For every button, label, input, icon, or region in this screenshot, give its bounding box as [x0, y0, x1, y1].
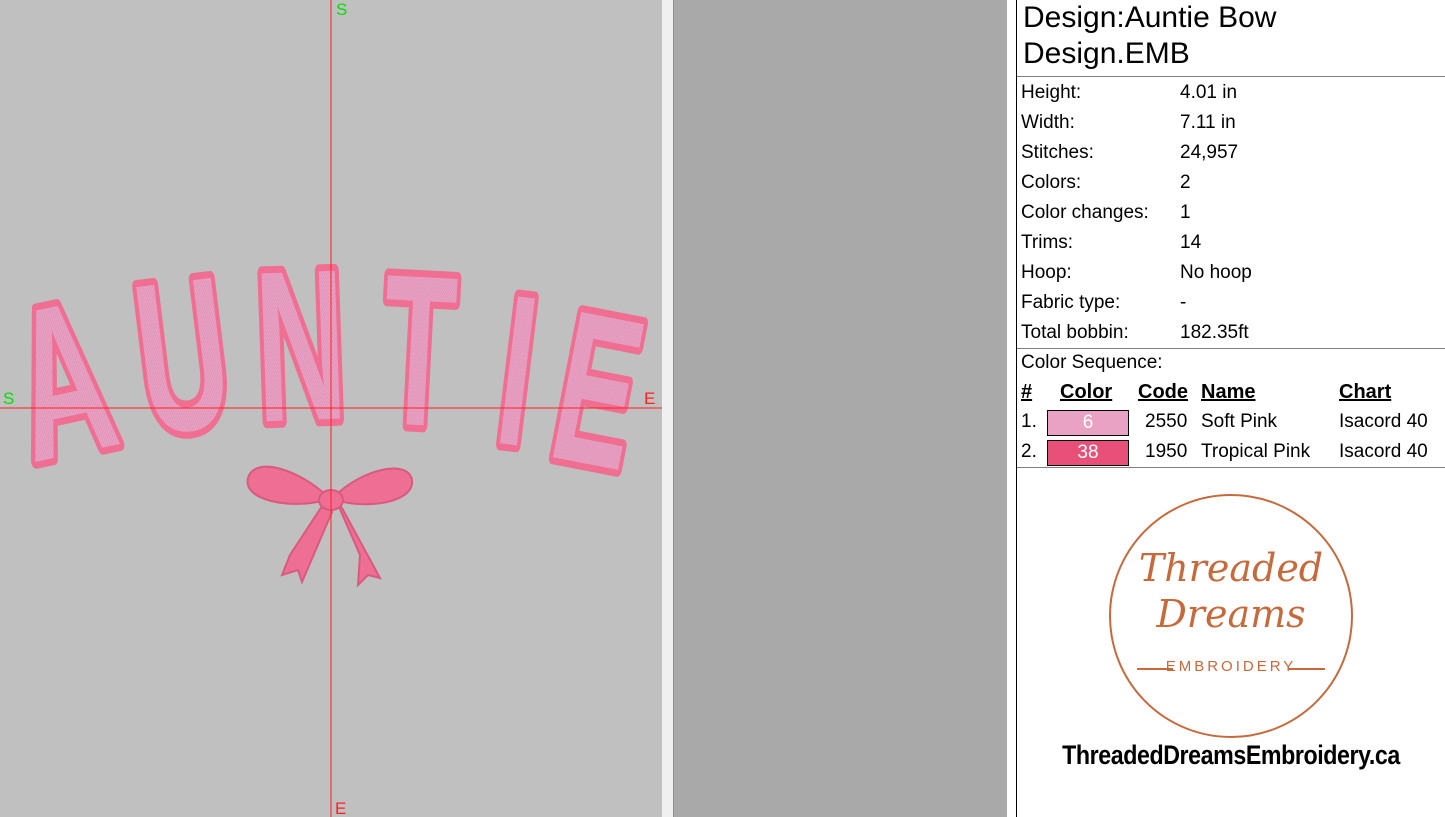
property-label: Trims:: [1021, 232, 1074, 253]
empty-workspace: [674, 0, 1007, 817]
color-sequence-title: Color Sequence:: [1021, 352, 1163, 373]
axis-label-left: S: [3, 389, 15, 408]
property-value: -: [1180, 292, 1187, 313]
axis-label-right: E: [644, 389, 656, 408]
property-label: Color changes:: [1021, 202, 1149, 223]
property-value: 1: [1180, 202, 1191, 223]
website-url: ThreadedDreamsEmbroidery.ca: [1062, 740, 1400, 770]
col-header-num: #: [1021, 381, 1033, 403]
property-label: Total bobbin:: [1021, 322, 1129, 343]
letter-n: N: [252, 225, 350, 468]
row-name: Soft Pink: [1201, 411, 1278, 432]
color-swatch: 6: [1047, 410, 1129, 436]
axis-label-bottom: E: [335, 799, 347, 817]
property-value: 14: [1180, 232, 1202, 253]
splitter[interactable]: [662, 0, 673, 817]
design-title-line1: Design:Auntie Bow: [1023, 1, 1277, 34]
logo-script-line2: Dreams: [1156, 592, 1306, 636]
letter-t: T: [377, 229, 462, 473]
letter-i: I: [487, 249, 549, 492]
design-info-panel: Design:Auntie Bow Design.EMB Height: 4.01…: [1017, 0, 1445, 817]
letter-u: U: [123, 232, 242, 481]
property-value: 4.01 in: [1180, 82, 1238, 103]
row-chart: Isacord 40: [1339, 441, 1428, 462]
row-code: 1950: [1145, 441, 1188, 462]
col-header-name: Name: [1201, 381, 1256, 403]
property-label: Height:: [1021, 82, 1082, 103]
row-code: 2550: [1145, 411, 1188, 432]
letter-a: A: [0, 253, 133, 507]
design-title-line2: Design.EMB: [1023, 37, 1190, 70]
panel-divider: [1007, 0, 1016, 817]
property-value: 182.35ft: [1180, 322, 1249, 343]
bow-graphic: [246, 465, 414, 588]
color-swatch: 38: [1047, 440, 1129, 466]
property-value: 24,957: [1180, 142, 1239, 163]
col-header-code: Code: [1138, 381, 1188, 403]
property-value: 2: [1180, 172, 1191, 193]
logo-script-line1: Threaded: [1138, 546, 1324, 590]
divider: [1017, 467, 1445, 468]
col-header-color: Color: [1060, 381, 1113, 403]
letter-e: E: [536, 265, 659, 516]
divider: [1017, 76, 1445, 77]
auntie-letters-group: A U N T I E: [0, 220, 662, 521]
col-header-chart: Chart: [1339, 381, 1392, 403]
axis-label-top: S: [336, 0, 348, 19]
design-preview: A U N T I E: [0, 0, 662, 817]
property-label: Hoop:: [1021, 262, 1072, 283]
row-chart: Isacord 40: [1339, 411, 1428, 432]
property-value: No hoop: [1180, 262, 1252, 283]
row-num: 2.: [1021, 441, 1037, 462]
property-label: Width:: [1021, 112, 1075, 133]
design-canvas[interactable]: A U N T I E S S E E: [0, 0, 662, 817]
property-label: Stitches:: [1021, 142, 1094, 163]
logo-dash-right: [1289, 668, 1325, 670]
property-label: Colors:: [1021, 172, 1082, 193]
brand-logo: Threaded Dreams EMBROIDERY: [1109, 494, 1353, 738]
property-label: Fabric type:: [1021, 292, 1121, 313]
row-name: Tropical Pink: [1201, 441, 1311, 462]
logo-subtitle: EMBROIDERY: [1165, 658, 1297, 675]
property-value: 7.11 in: [1180, 112, 1236, 133]
row-num: 1.: [1021, 411, 1037, 432]
